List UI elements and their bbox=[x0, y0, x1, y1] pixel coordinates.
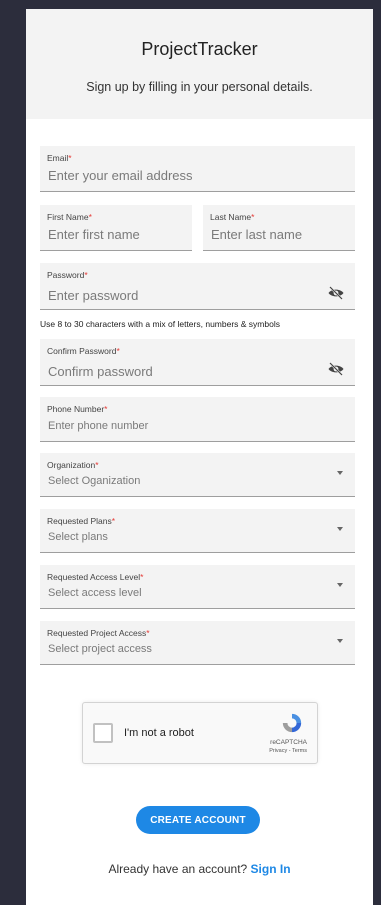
access-level-label: Requested Access Level* bbox=[47, 572, 144, 582]
recaptcha-brand: reCAPTCHA bbox=[270, 739, 307, 746]
signin-prompt: Already have an account? Sign In bbox=[26, 862, 373, 876]
password-placeholder: Enter password bbox=[48, 288, 139, 303]
plans-label: Requested Plans* bbox=[47, 516, 116, 526]
signup-card: ProjectTracker Sign up by filling in you… bbox=[26, 9, 373, 905]
plans-select[interactable]: Requested Plans* Select plans bbox=[40, 509, 355, 553]
project-access-label: Requested Project Access* bbox=[47, 628, 150, 638]
recaptcha-label: I'm not a robot bbox=[124, 727, 194, 739]
eye-off-icon[interactable] bbox=[327, 362, 345, 376]
organization-placeholder: Select Oganization bbox=[48, 475, 141, 487]
recaptcha-widget: I'm not a robot reCAPTCHA Privacy - Term… bbox=[82, 702, 318, 764]
recaptcha-links[interactable]: Privacy - Terms bbox=[269, 748, 307, 754]
email-field[interactable]: Email* Enter your email address bbox=[40, 146, 355, 192]
create-account-button[interactable]: CREATE ACCOUNT bbox=[136, 806, 260, 834]
app-title: ProjectTracker bbox=[141, 39, 258, 59]
project-access-select[interactable]: Requested Project Access* Select project… bbox=[40, 621, 355, 665]
chevron-down-icon bbox=[337, 527, 343, 531]
first-name-field[interactable]: First Name* Enter first name bbox=[40, 205, 192, 251]
password-field[interactable]: Password* Enter password bbox=[40, 263, 355, 310]
access-level-select[interactable]: Requested Access Level* Select access le… bbox=[40, 565, 355, 609]
signup-header: ProjectTracker Sign up by filling in you… bbox=[26, 9, 373, 119]
signin-prompt-text: Already have an account? bbox=[108, 862, 248, 876]
chevron-down-icon bbox=[337, 583, 343, 587]
recaptcha-checkbox[interactable] bbox=[93, 723, 113, 743]
email-placeholder: Enter your email address bbox=[48, 168, 193, 183]
chevron-down-icon bbox=[337, 471, 343, 475]
password-label: Password* bbox=[47, 270, 88, 280]
phone-field[interactable]: Phone Number* Enter phone number bbox=[40, 397, 355, 442]
organization-label: Organization* bbox=[47, 460, 99, 470]
password-helper: Use 8 to 30 characters with a mix of let… bbox=[40, 319, 280, 329]
last-name-field[interactable]: Last Name* Enter last name bbox=[203, 205, 355, 251]
signin-link[interactable]: Sign In bbox=[251, 862, 291, 876]
confirm-password-label: Confirm Password* bbox=[47, 346, 120, 356]
recaptcha-logo-icon bbox=[282, 713, 302, 733]
organization-select[interactable]: Organization* Select Oganization bbox=[40, 453, 355, 497]
phone-label: Phone Number* bbox=[47, 404, 108, 414]
last-name-placeholder: Enter last name bbox=[211, 227, 303, 242]
chevron-down-icon bbox=[337, 639, 343, 643]
first-name-placeholder: Enter first name bbox=[48, 227, 140, 242]
last-name-label: Last Name* bbox=[210, 212, 255, 222]
confirm-password-placeholder: Confirm password bbox=[48, 364, 153, 379]
signup-subtitle: Sign up by filling in your personal deta… bbox=[86, 80, 313, 94]
confirm-password-field[interactable]: Confirm Password* Confirm password bbox=[40, 339, 355, 386]
plans-placeholder: Select plans bbox=[48, 531, 108, 543]
phone-placeholder: Enter phone number bbox=[48, 420, 149, 432]
email-label: Email* bbox=[47, 153, 72, 163]
first-name-label: First Name* bbox=[47, 212, 92, 222]
eye-off-icon[interactable] bbox=[327, 286, 345, 300]
project-access-placeholder: Select project access bbox=[48, 643, 152, 655]
access-level-placeholder: Select access level bbox=[48, 587, 142, 599]
